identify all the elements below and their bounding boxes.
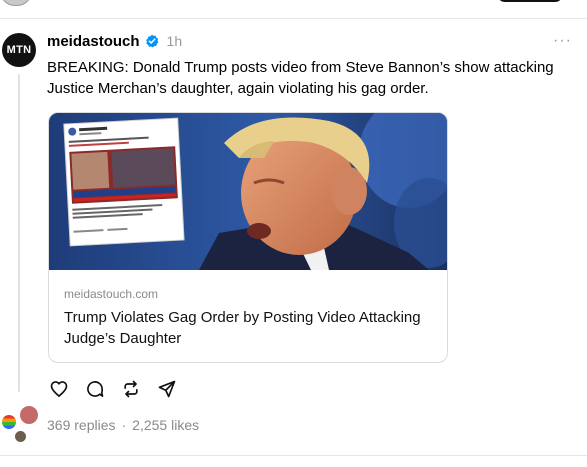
replier-avatars[interactable] <box>0 404 42 444</box>
heart-icon <box>50 381 68 397</box>
previous-post-fragment <box>0 0 587 18</box>
link-card[interactable]: meidastouch.com Trump Violates Gag Order… <box>48 112 448 363</box>
share-button[interactable] <box>156 378 178 400</box>
divider <box>0 455 587 456</box>
avatar <box>18 404 40 426</box>
post-stats: 369 replies · 2,255 likes <box>47 417 199 433</box>
likes-count[interactable]: 2,255 likes <box>132 417 199 433</box>
stats-separator: · <box>121 417 127 433</box>
avatar[interactable]: MTN <box>2 33 36 67</box>
thread-line <box>18 74 20 392</box>
link-domain: meidastouch.com <box>64 287 159 301</box>
comment-icon <box>87 381 104 397</box>
avatar <box>13 429 28 444</box>
timestamp: 1h <box>166 33 183 49</box>
send-icon <box>158 380 176 398</box>
follow-button[interactable] <box>497 0 563 2</box>
divider <box>0 18 587 19</box>
more-options-icon[interactable]: ··· <box>553 33 572 49</box>
avatar[interactable] <box>0 0 32 6</box>
reply-button[interactable] <box>84 378 106 400</box>
link-headline: Trump Violates Gag Order by Posting Vide… <box>64 309 421 347</box>
repost-icon <box>124 380 138 398</box>
link-preview-image <box>49 113 447 270</box>
verified-badge-icon <box>145 34 158 48</box>
like-button[interactable] <box>48 378 70 400</box>
logo-text: MTN <box>6 44 32 56</box>
repost-button[interactable] <box>120 378 142 400</box>
avatar <box>0 413 18 431</box>
post-text: BREAKING: Donald Trump posts video from … <box>47 59 554 97</box>
post-header: meidastouch 1h <box>47 32 182 50</box>
replies-count[interactable]: 369 replies <box>47 417 116 433</box>
username[interactable]: meidastouch <box>47 33 140 50</box>
